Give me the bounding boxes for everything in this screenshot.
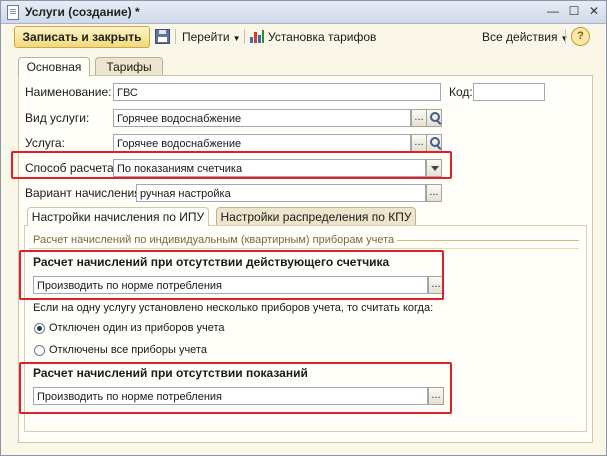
accrual-variant-input[interactable]: ручная настройка <box>136 184 426 202</box>
toolbar: Записать и закрыть Перейти ▼ Установка та… <box>1 24 606 50</box>
save-and-close-button[interactable]: Записать и закрыть <box>14 26 150 48</box>
highlight-no-readings <box>19 362 452 414</box>
toolbar-separator <box>244 29 245 44</box>
radio-all-meters-off-label[interactable]: Отключены все приборы учета <box>49 344 207 356</box>
window-title: Услуги (создание) * <box>25 5 140 19</box>
service-select-button[interactable]: ... <box>411 134 427 152</box>
minimize-icon[interactable]: — <box>545 4 561 19</box>
all-actions-label: Все действия <box>482 30 558 44</box>
highlight-no-meter <box>19 250 444 300</box>
service-create-window: Услуги (создание) * — ☐ ✕ Записать и зак… <box>0 0 607 456</box>
group-divider <box>397 240 579 241</box>
navigate-label: Перейти <box>182 30 230 44</box>
toolbar-separator <box>565 29 566 44</box>
tab-main[interactable]: Основная <box>18 57 90 76</box>
ellipsis-icon: ... <box>414 136 424 148</box>
chevron-down-icon: ▼ <box>232 34 241 43</box>
code-input[interactable] <box>473 83 545 101</box>
multi-meter-question: Если на одну услугу установлено нескольк… <box>33 302 434 314</box>
group-caption: Расчет начислений по индивидуальным (ква… <box>33 234 395 246</box>
service-type-input[interactable]: Горячее водоснабжение <box>113 109 411 127</box>
title-bar: Услуги (создание) * — ☐ ✕ <box>1 1 606 24</box>
magnifier-icon <box>430 112 440 122</box>
ellipsis-icon: ... <box>414 111 424 123</box>
floppy-disk-icon[interactable] <box>155 29 170 44</box>
help-icon[interactable]: ? <box>571 27 590 46</box>
tab-ipu-settings[interactable]: Настройки начисления по ИПУ <box>27 207 209 226</box>
service-input[interactable]: Горячее водоснабжение <box>113 134 411 152</box>
tariff-setup-button[interactable]: Установка тарифов <box>268 30 376 44</box>
service-type-search-button[interactable] <box>426 109 442 127</box>
service-type-label: Вид услуги: <box>25 111 90 125</box>
service-search-button[interactable] <box>426 134 442 152</box>
radio-one-meter-off-label[interactable]: Отключен один из приборов учета <box>49 322 225 334</box>
close-icon[interactable]: ✕ <box>586 4 602 19</box>
ellipsis-icon: ... <box>429 186 439 198</box>
code-label: Код: <box>449 85 473 99</box>
accrual-variant-select-button[interactable]: ... <box>426 184 442 202</box>
document-icon <box>7 5 19 20</box>
name-input[interactable]: ГВС <box>113 83 441 101</box>
tab-tariffs[interactable]: Тарифы <box>95 57 163 76</box>
toolbar-separator <box>175 29 176 44</box>
highlight-calc-method <box>11 151 452 179</box>
service-type-select-button[interactable]: ... <box>411 109 427 127</box>
navigate-menu[interactable]: Перейти ▼ <box>182 30 240 44</box>
name-label: Наименование: <box>25 85 112 99</box>
radio-one-meter-off[interactable] <box>34 323 45 334</box>
radio-all-meters-off[interactable] <box>34 345 45 356</box>
maximize-icon[interactable]: ☐ <box>566 4 582 19</box>
group-divider <box>29 248 579 249</box>
all-actions-menu[interactable]: Все действия▼ <box>482 30 568 44</box>
tab-kpu-settings[interactable]: Настройки распределения по КПУ <box>216 207 416 226</box>
magnifier-icon <box>430 137 440 147</box>
accrual-variant-label: Вариант начисления: <box>25 186 145 200</box>
service-label: Услуга: <box>25 136 65 150</box>
bar-chart-icon <box>250 30 264 43</box>
